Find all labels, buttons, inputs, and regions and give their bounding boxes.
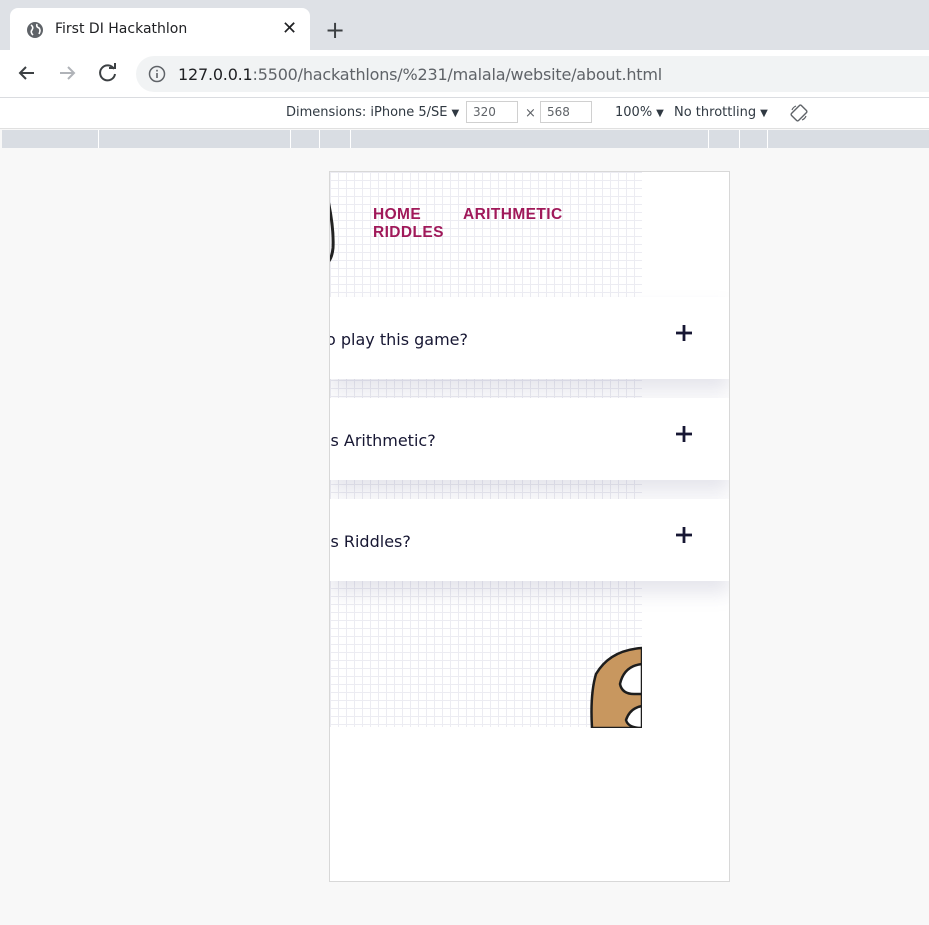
ruler-divider (98, 130, 99, 148)
tab-title: First DI Hackathlon (55, 21, 188, 37)
height-input[interactable]: 568 (540, 101, 592, 123)
chevron-down-icon: ▼ (760, 108, 768, 119)
faq-question: is Riddles? (329, 532, 411, 551)
info-icon[interactable] (148, 65, 166, 83)
faq-item[interactable]: is Riddles? (329, 499, 729, 581)
dimensions-select[interactable]: Dimensions: iPhone 5/SE ▼ (286, 105, 459, 120)
ruler-divider (350, 130, 351, 148)
logo-edge-image (330, 202, 335, 262)
address-bar[interactable]: 127.0.0.1:5500/hackathlons/%231/malala/w… (136, 56, 929, 92)
url-path: :5500/hackathlons/%231/malala/website/ab… (252, 65, 663, 84)
rotate-icon[interactable] (790, 104, 808, 122)
times-sign: × (525, 106, 536, 121)
media-query-ruler[interactable] (2, 130, 929, 148)
ruler-divider (290, 130, 291, 148)
width-input[interactable]: 320 (466, 101, 518, 123)
dimensions-label: Dimensions: iPhone 5/SE (286, 105, 448, 120)
device-viewport: HOME ARITHMETIC RIDDLES o play this game… (329, 171, 730, 882)
url-host: 127.0.0.1 (178, 65, 253, 84)
tab-strip: First DI Hackathlon ✕ + (0, 0, 929, 50)
plus-icon[interactable] (675, 324, 693, 342)
globe-icon (27, 22, 43, 38)
cartoon-character-image (590, 646, 642, 728)
throttling-select[interactable]: No throttling ▼ (674, 105, 768, 120)
plus-icon[interactable] (675, 526, 693, 544)
ruler-divider (708, 130, 709, 148)
browser-tab[interactable]: First DI Hackathlon ✕ (10, 8, 310, 50)
zoom-select[interactable]: 100% ▼ (615, 105, 664, 120)
url-text[interactable]: 127.0.0.1:5500/hackathlons/%231/malala/w… (178, 65, 662, 84)
ruler-divider (739, 130, 740, 148)
forward-icon[interactable] (54, 60, 80, 86)
faq-question: is Arithmetic? (329, 431, 436, 450)
nav-arithmetic-link[interactable]: ARITHMETIC (463, 206, 563, 224)
throttling-label: No throttling (674, 105, 757, 120)
chevron-down-icon: ▼ (451, 108, 460, 119)
faq-question: o play this game? (329, 330, 468, 349)
chevron-down-icon: ▼ (656, 108, 664, 119)
ruler-divider (319, 130, 320, 148)
faq-item[interactable]: is Arithmetic? (329, 398, 729, 480)
back-icon[interactable] (14, 60, 40, 86)
nav-home-link[interactable]: HOME (373, 206, 421, 224)
plus-icon[interactable] (675, 425, 693, 443)
new-tab-icon[interactable]: + (325, 16, 345, 44)
browser-toolbar: 127.0.0.1:5500/hackathlons/%231/malala/w… (0, 50, 929, 98)
zoom-label: 100% (615, 105, 653, 120)
nav-riddles-link[interactable]: RIDDLES (373, 224, 444, 242)
ruler-divider (767, 130, 768, 148)
close-icon[interactable]: ✕ (282, 17, 297, 41)
faq-item[interactable]: o play this game? (329, 297, 729, 379)
reload-icon[interactable] (95, 60, 121, 86)
